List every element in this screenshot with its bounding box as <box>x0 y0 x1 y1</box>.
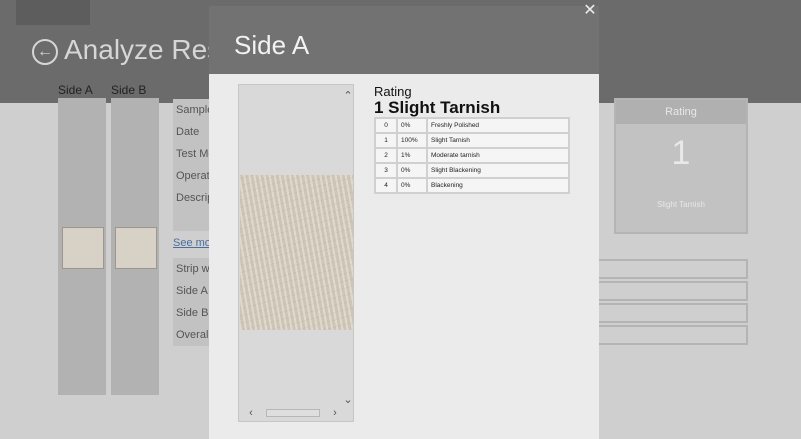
rating-label: Rating <box>374 84 412 99</box>
rating-percent: 100% <box>398 134 426 147</box>
rating-percent: 0% <box>398 164 426 177</box>
rating-value: 1 Slight Tarnish <box>374 98 501 117</box>
close-icon[interactable]: ✕ <box>582 3 598 19</box>
window-tab <box>16 0 90 25</box>
table-row: 3 0% Slight Blackening <box>376 164 568 177</box>
result-field <box>598 325 748 345</box>
rating-level: 2 <box>376 149 396 162</box>
table-row: 2 1% Moderate tarnish <box>376 149 568 162</box>
rating-level: 0 <box>376 119 396 132</box>
side-b-thumbnail[interactable] <box>115 227 157 269</box>
rating-percent: 0% <box>398 179 426 192</box>
table-row: 4 0% Blackening <box>376 179 568 192</box>
tab-side-b[interactable]: Side B <box>111 83 146 97</box>
rating-level: 4 <box>376 179 396 192</box>
scroll-right-icon[interactable]: › <box>329 407 341 419</box>
page-title: ← Analyze Resu <box>32 34 237 66</box>
table-row: 0 0% Freshly Polished <box>376 119 568 132</box>
rating-level: 1 <box>376 134 396 147</box>
detail-row-description: Descrip <box>173 187 210 231</box>
result-row-strip: Strip wi <box>173 258 210 280</box>
rating-name: Blackening <box>428 179 568 192</box>
result-field <box>598 281 748 301</box>
rating-panel-value: 1 <box>671 134 691 172</box>
rating-panel-header: Rating <box>616 100 746 124</box>
detail-row-sample: Sample <box>173 99 210 121</box>
rating-name: Freshly Polished <box>428 119 568 132</box>
detail-row-operator: Operat <box>173 165 210 187</box>
horizontal-scrollbar[interactable] <box>266 409 320 417</box>
rating-table: 0 0% Freshly Polished 1 100% Slight Tarn… <box>374 117 570 194</box>
rating-percent: 1% <box>398 149 426 162</box>
detail-row-date: Date <box>173 121 210 143</box>
rating-name: Slight Blackening <box>428 164 568 177</box>
rating-level: 3 <box>376 164 396 177</box>
result-row-overall: Overall <box>173 324 210 346</box>
scroll-up-icon[interactable]: ⌃ <box>342 90 354 102</box>
back-icon[interactable]: ← <box>32 39 58 65</box>
rating-name: Slight Tarnish <box>428 134 568 147</box>
scroll-down-icon[interactable]: ⌄ <box>342 394 354 406</box>
result-field <box>598 303 748 323</box>
table-row: 1 100% Slight Tarnish <box>376 134 568 147</box>
scroll-left-icon[interactable]: ‹ <box>245 407 257 419</box>
side-a-thumbnail[interactable] <box>62 227 104 269</box>
tab-side-a[interactable]: Side A <box>58 83 93 97</box>
rating-percent: 0% <box>398 119 426 132</box>
result-row-side-a: Side A r <box>173 280 210 302</box>
detail-row-test-method: Test Me <box>173 143 210 165</box>
result-field <box>598 259 748 279</box>
rating-name: Moderate tarnish <box>428 149 568 162</box>
rating-panel-label: Slight Tarnish <box>657 200 705 209</box>
sample-image <box>240 175 353 330</box>
dialog-title: Side A <box>234 30 310 60</box>
result-row-side-b: Side B r <box>173 302 210 324</box>
